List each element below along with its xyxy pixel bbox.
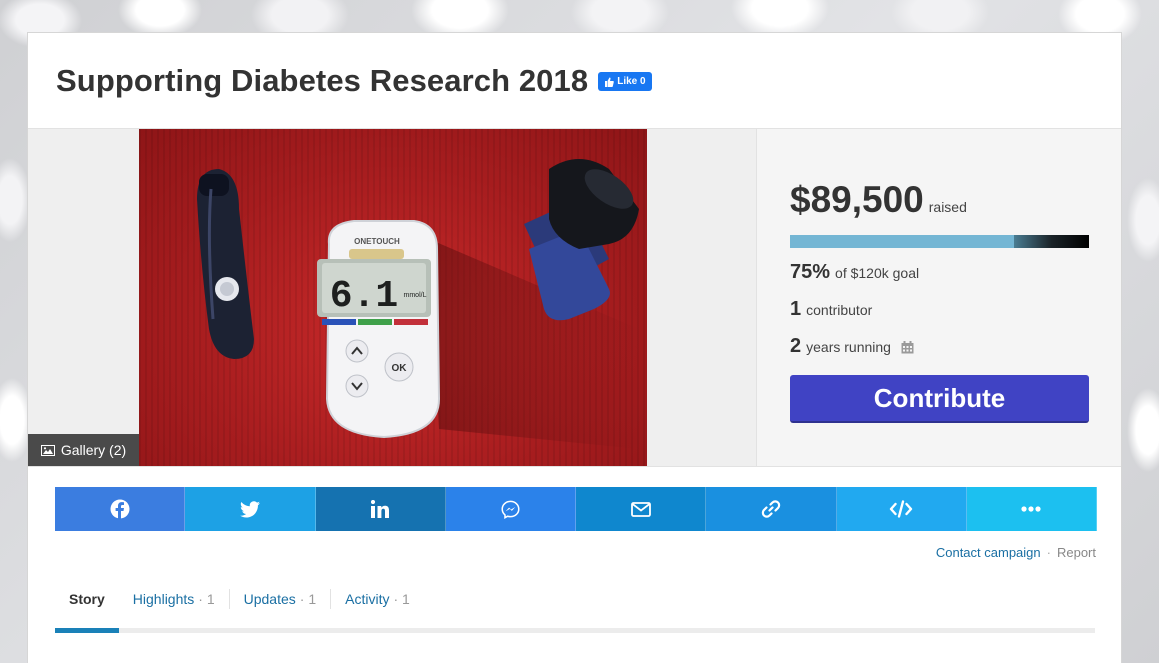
goal-stat: 75% of $120k goal <box>790 261 1089 284</box>
share-linkedin-button[interactable] <box>315 487 446 531</box>
years-count: 2 <box>790 335 802 357</box>
svg-text:6.1: 6.1 <box>330 275 398 318</box>
goal-label: of $120k goal <box>835 265 920 281</box>
tab-highlights-label: Highlights <box>132 591 195 607</box>
share-more-button[interactable] <box>966 487 1097 531</box>
tab-highlights[interactable]: Highlights · 1 <box>119 589 230 609</box>
linkedin-icon <box>371 500 390 518</box>
email-icon <box>630 501 651 517</box>
percent-funded: 75% <box>790 261 831 283</box>
tab-updates-count: · 1 <box>299 591 317 607</box>
link-icon <box>761 500 781 518</box>
facebook-like-button[interactable]: Like 0 <box>598 72 652 91</box>
tab-highlights-count: · 1 <box>198 591 215 607</box>
embed-icon <box>889 500 913 518</box>
twitter-icon <box>239 500 260 517</box>
share-messenger-button[interactable] <box>445 487 576 531</box>
share-copy-link-button[interactable] <box>706 487 837 531</box>
raised-row: $89,500 raised <box>790 179 1089 221</box>
amount-raised: $89,500 <box>790 179 924 220</box>
link-separator: · <box>1046 545 1051 560</box>
svg-text:mmol/L: mmol/L <box>404 292 427 299</box>
facebook-like-label: Like 0 <box>617 76 646 87</box>
report-link[interactable]: Report <box>1057 545 1096 560</box>
tab-story[interactable]: Story <box>55 589 119 609</box>
contributors-label: contributor <box>806 302 873 318</box>
share-email-button[interactable] <box>576 487 707 531</box>
progress-remaining <box>1014 235 1089 248</box>
svg-text:ONETOUCH: ONETOUCH <box>354 237 400 246</box>
messenger-icon <box>501 500 520 519</box>
campaign-hero: ONETOUCH 6.1 mmol/L OK Gallery (2) $89,5… <box>28 129 1121 467</box>
gallery-button[interactable]: Gallery (2) <box>28 434 139 466</box>
image-icon <box>40 444 55 456</box>
share-facebook-button[interactable] <box>55 487 186 531</box>
contact-campaign-link[interactable]: Contact campaign <box>936 545 1041 560</box>
funding-progress-bar <box>790 235 1089 248</box>
raised-label: raised <box>928 199 967 215</box>
campaign-media: ONETOUCH 6.1 mmol/L OK Gallery (2) <box>28 129 757 466</box>
thumbs-up-icon <box>605 77 615 87</box>
share-bar <box>55 487 1097 531</box>
more-icon <box>1021 506 1041 512</box>
facebook-icon <box>110 499 130 519</box>
campaign-title: Supporting Diabetes Research 2018 <box>56 62 589 98</box>
years-stat: 2 years running <box>790 335 1089 358</box>
tab-updates[interactable]: Updates · 1 <box>230 589 332 609</box>
gallery-label: Gallery (2) <box>60 442 127 458</box>
calendar-icon <box>901 341 914 354</box>
progress-fill <box>790 235 1015 248</box>
tab-active-indicator <box>55 628 119 633</box>
campaign-card: Supporting Diabetes Research 2018 Like 0 <box>27 32 1122 663</box>
campaign-photo[interactable]: ONETOUCH 6.1 mmol/L OK <box>139 129 647 466</box>
campaign-links: Contact campaign · Report <box>936 545 1096 560</box>
tab-track <box>55 628 1095 633</box>
share-twitter-button[interactable] <box>185 487 316 531</box>
lancing-device-icon <box>197 169 254 359</box>
share-embed-button[interactable] <box>836 487 967 531</box>
tab-updates-label: Updates <box>243 591 296 607</box>
meter-body: ONETOUCH 6.1 mmol/L OK <box>317 220 441 439</box>
campaign-header: Supporting Diabetes Research 2018 Like 0 <box>28 33 1121 129</box>
contribute-button[interactable]: Contribute <box>790 375 1089 423</box>
tab-activity-label: Activity <box>345 591 390 607</box>
tab-story-label: Story <box>69 591 105 607</box>
glucose-meter-illustration: ONETOUCH 6.1 mmol/L OK <box>197 159 639 449</box>
years-label: years running <box>806 339 891 355</box>
test-strip-bottle-icon <box>524 159 639 321</box>
svg-text:OK: OK <box>392 363 408 374</box>
contributors-stat: 1 contributor <box>790 298 1089 321</box>
campaign-tabs: Story Highlights · 1 Updates · 1 Activit… <box>55 589 1095 609</box>
tab-activity[interactable]: Activity · 1 <box>331 589 424 609</box>
contributors-count: 1 <box>790 298 802 320</box>
funding-stats: $89,500 raised 75% of $120k goal 1 contr… <box>757 129 1121 466</box>
tab-activity-count: · 1 <box>393 591 410 607</box>
